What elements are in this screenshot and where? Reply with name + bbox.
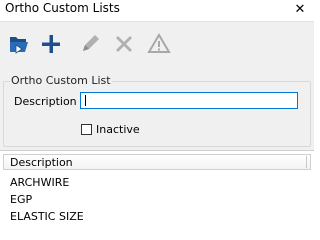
delete-icon bbox=[116, 36, 132, 52]
column-header-description[interactable]: Description bbox=[3, 154, 311, 170]
toolbar bbox=[0, 21, 314, 67]
inactive-label: Inactive bbox=[96, 123, 140, 136]
description-label: Description bbox=[14, 95, 77, 108]
edit-button[interactable] bbox=[73, 28, 107, 60]
list-item[interactable]: ELASTIC SIZE bbox=[10, 210, 84, 223]
delete-button[interactable] bbox=[107, 28, 141, 60]
add-icon bbox=[42, 35, 60, 53]
add-button[interactable] bbox=[34, 28, 68, 60]
title-bar: Ortho Custom Lists ✕ bbox=[0, 0, 314, 20]
list-item-label: ELASTIC SIZE bbox=[10, 210, 84, 223]
custom-list-groupbox bbox=[3, 81, 311, 147]
edit-icon bbox=[83, 35, 99, 51]
custom-list-table: Description ARCHWIRE EGP ELASTIC SIZE bbox=[0, 150, 314, 233]
description-input[interactable] bbox=[80, 92, 298, 109]
list-item-label: EGP bbox=[10, 193, 33, 206]
list-item-label: ARCHWIRE bbox=[10, 176, 70, 189]
inactive-checkbox[interactable] bbox=[81, 124, 92, 135]
form-area: Ortho Custom List Description Inactive bbox=[0, 67, 314, 150]
close-icon: ✕ bbox=[294, 1, 306, 17]
open-button[interactable] bbox=[2, 28, 36, 60]
open-folder-icon bbox=[10, 37, 28, 54]
list-item[interactable]: EGP bbox=[10, 193, 32, 206]
window-title: Ortho Custom Lists bbox=[5, 1, 120, 15]
close-button[interactable]: ✕ bbox=[286, 0, 314, 18]
group-title: Ortho Custom List bbox=[10, 74, 112, 87]
warning-button[interactable] bbox=[142, 28, 176, 60]
column-separator[interactable] bbox=[306, 156, 307, 168]
column-header-label: Description bbox=[10, 156, 73, 169]
warning-icon bbox=[147, 33, 171, 53]
text-caret bbox=[85, 95, 86, 106]
list-item[interactable]: ARCHWIRE bbox=[10, 176, 69, 189]
